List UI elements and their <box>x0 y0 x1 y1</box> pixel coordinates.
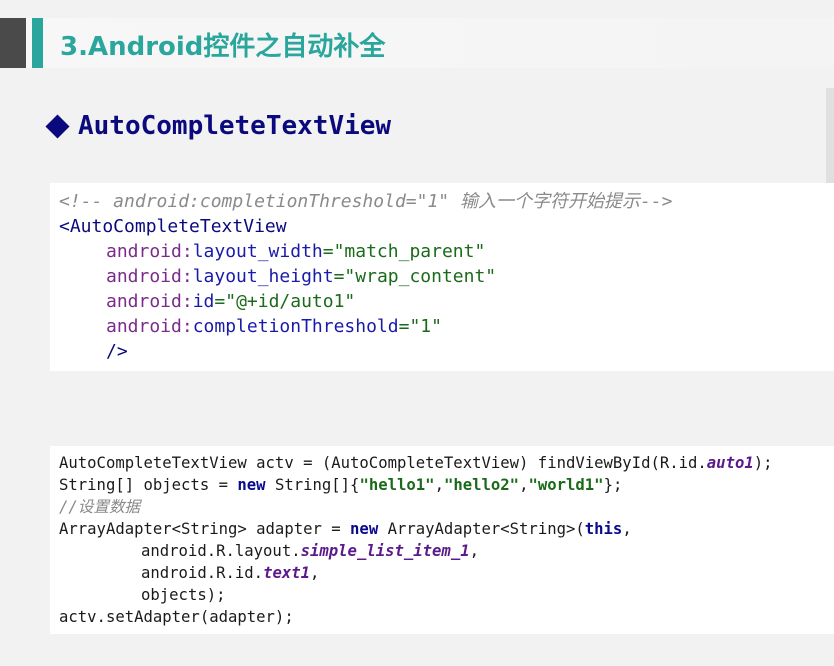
code-text: ArrayAdapter<String>( <box>378 520 585 538</box>
code-line: android:completionThreshold="1" <box>50 314 834 339</box>
slide-title: 3.Android控件之自动补全 <box>60 32 386 62</box>
xml-attr-name: id <box>192 291 215 312</box>
xml-attr-name: completionThreshold <box>192 316 399 337</box>
code-line: ArrayAdapter<String> adapter = new Array… <box>50 518 834 540</box>
code-line: android.R.layout.simple_list_item_1, <box>50 540 834 562</box>
xml-attr-namespace: android: <box>106 291 193 312</box>
title-accent-dark <box>0 18 26 68</box>
code-field: simple_list_item_1 <box>300 542 470 560</box>
code-text: ); <box>753 454 773 472</box>
code-text: AutoCompleteTextView actv = (AutoComplet… <box>59 454 707 472</box>
xml-attr-namespace: android: <box>106 241 193 262</box>
code-text: objects); <box>141 586 226 604</box>
code-text: , <box>434 476 444 494</box>
code-line: objects); <box>50 584 834 606</box>
code-line: android:layout_width="match_parent" <box>50 239 834 264</box>
section-heading-text: AutoCompleteTextView <box>78 111 392 141</box>
java-code-block: AutoCompleteTextView actv = (AutoComplet… <box>50 446 834 634</box>
code-line: String[] objects = new String[]{"hello1"… <box>50 474 834 496</box>
xml-attr-namespace: android: <box>106 316 193 337</box>
title-accent-teal <box>32 18 43 68</box>
code-text: ArrayAdapter<String> adapter = <box>59 520 351 538</box>
xml-attr-name: layout_height <box>192 266 334 287</box>
code-string: "hello1" <box>359 476 435 494</box>
code-string: "world1" <box>528 476 604 494</box>
xml-attr-name: layout_width <box>192 241 323 262</box>
xml-close-tag: /> <box>106 341 128 362</box>
section-heading: AutoCompleteTextView <box>45 111 392 141</box>
code-keyword: this <box>584 520 623 538</box>
code-text: String[] objects = <box>59 476 238 494</box>
xml-comment: <!-- android:completionThreshold="1" 输入一… <box>59 191 673 212</box>
xml-attr-value: ="wrap_content" <box>333 266 497 287</box>
code-line: actv.setAdapter(adapter); <box>50 606 834 628</box>
code-comment: //设置数据 <box>59 498 141 516</box>
code-line: android:layout_height="wrap_content" <box>50 264 834 289</box>
code-text: , <box>310 564 320 582</box>
xml-attr-value: ="1" <box>398 316 442 337</box>
xml-attr-value: ="match_parent" <box>322 241 486 262</box>
code-line: <!-- android:completionThreshold="1" 输入一… <box>50 189 834 214</box>
xml-code-block: <!-- android:completionThreshold="1" 输入一… <box>50 183 834 371</box>
code-keyword: new <box>350 520 379 538</box>
diamond-bullet-icon <box>45 113 70 139</box>
xml-attr-value: ="@+id/auto1" <box>214 291 356 312</box>
code-text: , <box>469 542 479 560</box>
code-line: android.R.id.text1, <box>50 562 834 584</box>
code-line: //设置数据 <box>50 496 834 518</box>
code-line: <AutoCompleteTextView <box>50 214 834 239</box>
code-field: auto1 <box>706 454 754 472</box>
xml-attr-namespace: android: <box>106 266 193 287</box>
code-string: "hello2" <box>443 476 520 494</box>
code-text: actv.setAdapter(adapter); <box>59 608 294 626</box>
code-keyword: new <box>237 476 266 494</box>
code-text: android.R.id. <box>141 564 264 582</box>
code-line: AutoCompleteTextView actv = (AutoComplet… <box>50 452 834 474</box>
code-line: /> <box>50 339 834 364</box>
code-text: , <box>622 520 632 538</box>
code-line: android:id="@+id/auto1" <box>50 289 834 314</box>
xml-open-tag: <AutoCompleteTextView <box>59 216 287 237</box>
code-field: text1 <box>263 564 311 582</box>
code-text: String[]{ <box>265 476 360 494</box>
code-text: android.R.layout. <box>141 542 301 560</box>
code-text: }; <box>603 476 623 494</box>
